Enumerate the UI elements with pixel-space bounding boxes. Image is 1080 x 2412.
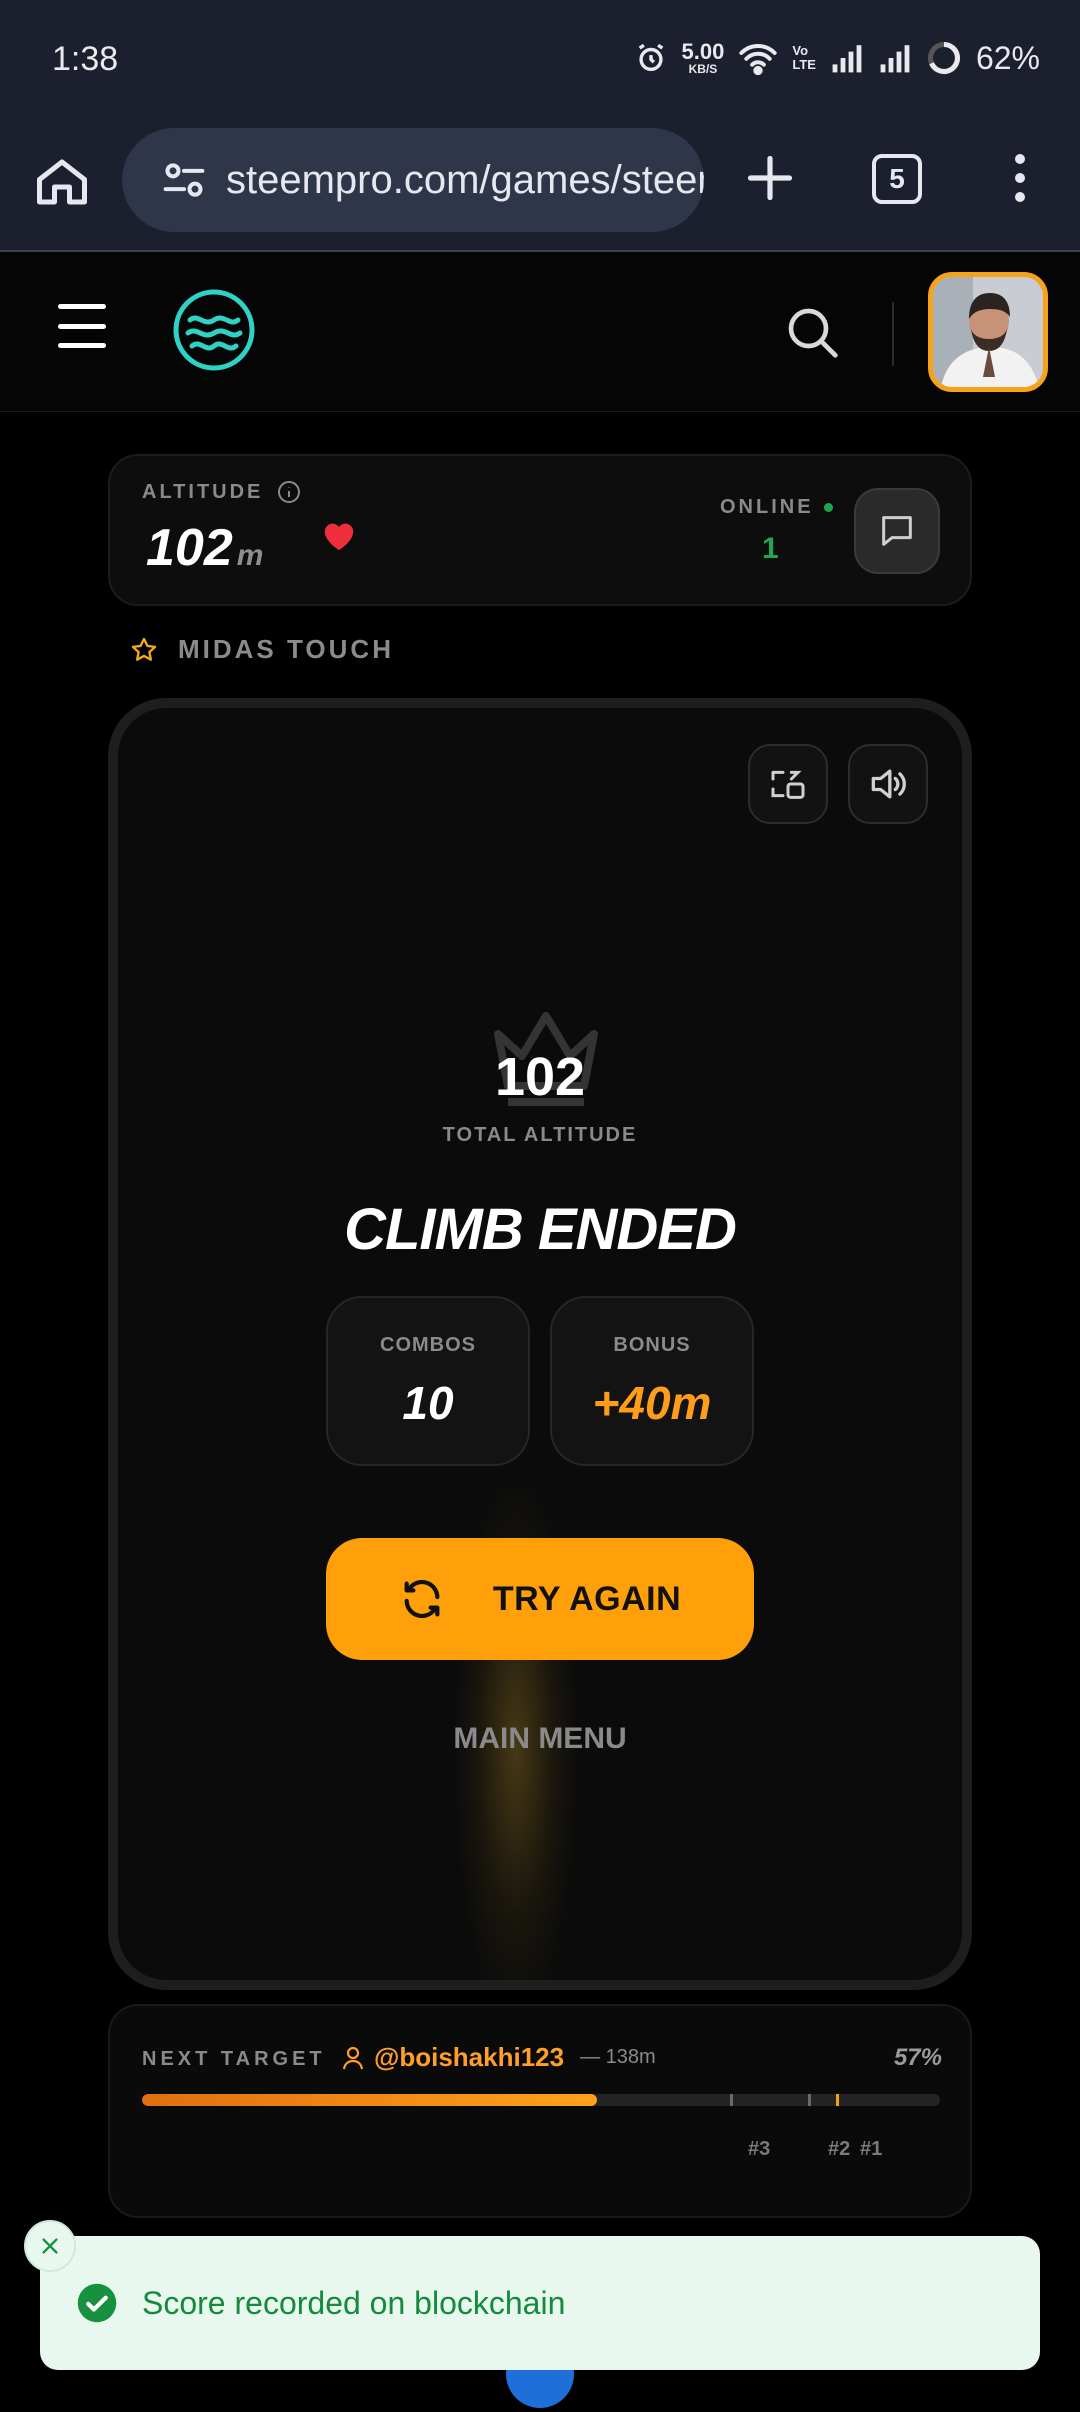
heart-icon	[324, 523, 354, 551]
toast-close-button[interactable]	[24, 2220, 76, 2272]
tab-switcher-button[interactable]: 5	[872, 154, 922, 204]
wifi-icon	[739, 44, 778, 75]
sound-button[interactable]	[848, 744, 928, 824]
hamburger-menu-icon[interactable]	[58, 304, 106, 348]
chat-icon	[882, 516, 912, 546]
url-text[interactable]: steempro.com/games/steem	[226, 158, 704, 203]
altitude-unit: m	[236, 539, 264, 572]
bonus-stat: BONUS +40m	[550, 1296, 754, 1466]
alarm-icon	[638, 43, 663, 72]
rank-label-3: #3	[748, 2138, 771, 2160]
battery-ring-icon	[927, 41, 961, 75]
bonus-value: +40m	[592, 1377, 712, 1429]
target-user-row[interactable]: @boishakhi123 — 138m	[342, 2042, 656, 2073]
altitude-label-row: ALTITUDE	[142, 480, 301, 504]
bonus-label: BONUS	[613, 1334, 691, 1356]
home-icon[interactable]	[32, 152, 92, 212]
target-username[interactable]: @boishakhi123	[374, 2042, 564, 2073]
target-progress-bar	[142, 2094, 940, 2106]
site-settings-icon[interactable]	[162, 158, 206, 202]
online-status-dot	[823, 503, 833, 512]
check-circle-icon	[77, 2283, 117, 2323]
total-altitude-label: TOTAL ALTITUDE	[442, 1124, 638, 1146]
rank-marker-1	[836, 2094, 839, 2106]
steempro-logo-icon[interactable]	[172, 288, 256, 372]
fullscreen-button[interactable]	[748, 744, 828, 824]
target-distance: — 138m	[580, 2046, 656, 2068]
try-again-label: TRY AGAIN	[492, 1579, 682, 1618]
speaker-icon	[871, 769, 906, 799]
network-speed-unit: KB/S	[688, 62, 718, 76]
status-bar: 1:38 5.00 KB/S Vo LTE 62%	[0, 0, 1080, 124]
battery-percent: 62%	[975, 39, 1040, 76]
network-speed-value: 5.00	[681, 39, 725, 64]
main-menu-link[interactable]: MAIN MENU	[118, 1722, 962, 1756]
status-time: 1:38	[52, 40, 119, 78]
try-again-button[interactable]: TRY AGAIN	[326, 1538, 754, 1660]
volte-bottom-label: LTE	[792, 57, 816, 72]
header-divider	[892, 302, 894, 366]
close-icon	[42, 2238, 58, 2254]
star-icon	[131, 637, 157, 661]
success-toast: Score recorded on blockchain	[40, 2236, 1040, 2370]
fullscreen-icon	[771, 770, 805, 799]
next-target-card: NEXT TARGET @boishakhi123 — 138m 57% #3 …	[108, 2004, 972, 2218]
altitude-label: ALTITUDE	[142, 480, 264, 503]
combos-stat: COMBOS 10	[326, 1296, 530, 1466]
combos-label: COMBOS	[380, 1334, 476, 1356]
target-progress-fill	[142, 2094, 597, 2106]
game-mode-label: MIDAS TOUCH	[178, 634, 394, 664]
status-icons: 5.00 KB/S Vo LTE 62%	[634, 36, 1040, 80]
network-speed: 5.00 KB/S	[681, 39, 725, 76]
rank-label-1: #1	[860, 2138, 883, 2160]
chat-button[interactable]	[854, 488, 940, 574]
site-header	[0, 252, 1080, 412]
rank-marker-2	[808, 2094, 811, 2106]
next-target-label: NEXT TARGET	[142, 2048, 326, 2070]
signal-icon-1	[832, 45, 862, 73]
more-menu-icon[interactable]	[1002, 150, 1038, 206]
rank-label-2: #2	[828, 2138, 851, 2160]
volte-indicator: Vo LTE	[792, 42, 816, 73]
online-label: ONLINE	[720, 496, 814, 518]
game-mode-indicator: MIDAS TOUCH	[130, 634, 394, 665]
game-over-title: CLIMB ENDED	[344, 1197, 737, 1262]
toast-message: Score recorded on blockchain	[142, 2284, 566, 2321]
online-label-row: ONLINE	[720, 496, 833, 519]
game-canvas[interactable]: 102 TOTAL ALTITUDE CLIMB ENDED COMBOS 10…	[108, 698, 972, 1990]
browser-toolbar: steempro.com/games/steem 5	[0, 124, 1080, 252]
search-icon[interactable]	[784, 304, 840, 360]
avatar-photo	[933, 277, 1043, 387]
altitude-value-row: 102 m	[146, 518, 263, 578]
rank-marker-3	[730, 2094, 733, 2106]
target-percent: 57%	[893, 2044, 942, 2071]
user-icon	[342, 2046, 364, 2069]
new-tab-icon[interactable]	[744, 152, 796, 204]
info-icon[interactable]	[277, 480, 301, 504]
altitude-value: 102	[146, 519, 233, 577]
combos-value: 10	[402, 1377, 454, 1429]
volte-top-label: Vo	[792, 42, 809, 58]
signal-icon-2	[880, 45, 910, 73]
altitude-card: ALTITUDE 102 m ONLINE 1	[108, 454, 972, 606]
online-count: 1	[762, 532, 779, 565]
url-bar[interactable]: steempro.com/games/steem	[122, 128, 704, 232]
user-avatar[interactable]	[928, 272, 1048, 392]
total-altitude-value: 102	[494, 1047, 586, 1107]
refresh-icon	[404, 1580, 440, 1618]
